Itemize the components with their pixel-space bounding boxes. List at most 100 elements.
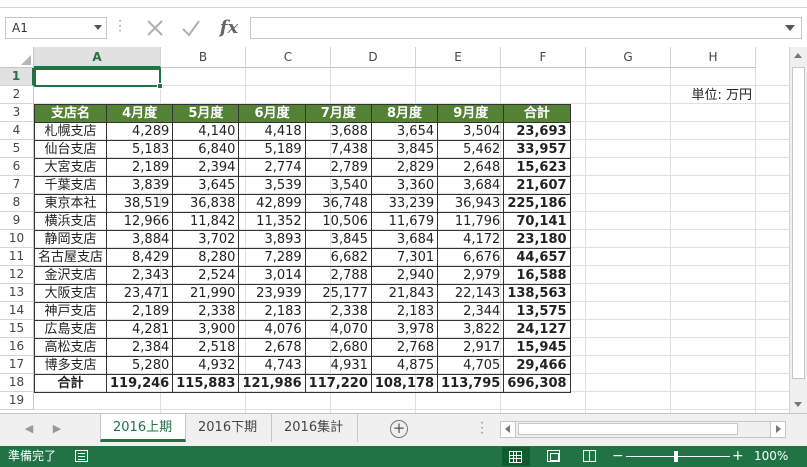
value-cell[interactable]: 4,076 bbox=[238, 320, 306, 339]
value-cell[interactable]: 22,143 bbox=[437, 284, 505, 303]
row-header-3[interactable]: 3 bbox=[0, 104, 34, 122]
row-total-cell[interactable]: 23,180 bbox=[503, 230, 571, 249]
row-total-cell[interactable]: 21,607 bbox=[503, 176, 571, 195]
value-cell[interactable]: 3,684 bbox=[437, 176, 505, 195]
value-cell[interactable]: 3,684 bbox=[370, 230, 439, 249]
value-cell[interactable]: 4,931 bbox=[304, 356, 372, 375]
select-all-button[interactable] bbox=[0, 47, 34, 68]
next-sheet-icon[interactable]: ▶ bbox=[50, 422, 64, 436]
value-cell[interactable]: 4,172 bbox=[437, 230, 505, 249]
value-cell[interactable]: 4,140 bbox=[172, 122, 240, 141]
table-header-cell[interactable]: 5月度 bbox=[172, 104, 240, 123]
value-cell[interactable]: 3,014 bbox=[238, 266, 306, 285]
value-cell[interactable]: 21,990 bbox=[172, 284, 240, 303]
row-header-19[interactable]: 19 bbox=[0, 392, 34, 410]
cancel-icon[interactable] bbox=[142, 15, 168, 41]
row-header-17[interactable]: 17 bbox=[0, 356, 34, 374]
value-cell[interactable]: 2,979 bbox=[437, 266, 505, 285]
value-cell[interactable]: 2,789 bbox=[304, 158, 372, 177]
value-cell[interactable]: 2,788 bbox=[304, 266, 372, 285]
prev-sheet-icon[interactable]: ◀ bbox=[22, 422, 36, 436]
value-cell[interactable]: 8,280 bbox=[172, 248, 240, 267]
row-total-cell[interactable]: 225,186 bbox=[503, 194, 571, 213]
row-total-cell[interactable]: 23,693 bbox=[503, 122, 571, 141]
value-cell[interactable]: 10,506 bbox=[304, 212, 372, 231]
scroll-up-icon[interactable] bbox=[790, 47, 807, 64]
value-cell[interactable]: 2,183 bbox=[238, 302, 306, 321]
column-header-f[interactable]: F bbox=[501, 47, 586, 68]
branch-name-cell[interactable]: 金沢支店 bbox=[33, 266, 108, 285]
column-header-h[interactable]: H bbox=[671, 47, 756, 68]
row-header-9[interactable]: 9 bbox=[0, 212, 34, 230]
value-cell[interactable]: 3,645 bbox=[172, 176, 240, 195]
value-cell[interactable]: 5,183 bbox=[106, 140, 174, 159]
row-header-4[interactable]: 4 bbox=[0, 122, 34, 140]
zoom-out-button[interactable]: − bbox=[612, 447, 624, 465]
branch-name-cell[interactable]: 高松支店 bbox=[33, 338, 108, 357]
value-cell[interactable]: 3,360 bbox=[370, 176, 439, 195]
value-cell[interactable]: 33,239 bbox=[370, 194, 439, 213]
value-cell[interactable]: 3,702 bbox=[172, 230, 240, 249]
table-header-cell[interactable]: 4月度 bbox=[106, 104, 174, 123]
value-cell[interactable]: 12,966 bbox=[106, 212, 174, 231]
value-cell[interactable]: 3,893 bbox=[238, 230, 306, 249]
row-total-cell[interactable]: 24,127 bbox=[503, 320, 571, 339]
value-cell[interactable]: 4,289 bbox=[106, 122, 174, 141]
row-total-cell[interactable]: 16,588 bbox=[503, 266, 571, 285]
branch-name-cell[interactable]: 仙台支店 bbox=[33, 140, 108, 159]
value-cell[interactable]: 3,688 bbox=[304, 122, 372, 141]
value-cell[interactable]: 25,177 bbox=[304, 284, 372, 303]
formula-input[interactable] bbox=[250, 17, 802, 39]
scroll-left-icon[interactable] bbox=[501, 422, 516, 437]
value-cell[interactable]: 121,986 bbox=[238, 374, 306, 393]
row-header-13[interactable]: 13 bbox=[0, 284, 34, 302]
value-cell[interactable]: 3,845 bbox=[304, 230, 372, 249]
value-cell[interactable]: 2,338 bbox=[172, 302, 240, 321]
row-total-cell[interactable]: 15,623 bbox=[503, 158, 571, 177]
row-header-16[interactable]: 16 bbox=[0, 338, 34, 356]
table-header-cell[interactable]: 8月度 bbox=[370, 104, 439, 123]
branch-name-cell[interactable]: 神戸支店 bbox=[33, 302, 108, 321]
insert-function-icon[interactable]: fx bbox=[214, 15, 244, 41]
value-cell[interactable]: 23,939 bbox=[238, 284, 306, 303]
branch-name-cell[interactable]: 東京本社 bbox=[33, 194, 108, 213]
value-cell[interactable]: 2,768 bbox=[370, 338, 439, 357]
sheet-tab-3[interactable]: 2016集計 bbox=[272, 414, 358, 442]
row-header-5[interactable]: 5 bbox=[0, 140, 34, 158]
vertical-scrollbar[interactable] bbox=[789, 47, 807, 413]
value-cell[interactable]: 4,070 bbox=[304, 320, 372, 339]
row-header-8[interactable]: 8 bbox=[0, 194, 34, 212]
fill-handle[interactable] bbox=[157, 83, 163, 89]
value-cell[interactable]: 2,189 bbox=[106, 302, 174, 321]
value-cell[interactable]: 3,654 bbox=[370, 122, 439, 141]
value-cell[interactable]: 42,899 bbox=[238, 194, 306, 213]
row-header-15[interactable]: 15 bbox=[0, 320, 34, 338]
value-cell[interactable]: 7,438 bbox=[304, 140, 372, 159]
branch-name-cell[interactable]: 合計 bbox=[33, 374, 108, 393]
value-cell[interactable]: 119,246 bbox=[106, 374, 174, 393]
value-cell[interactable]: 3,822 bbox=[437, 320, 505, 339]
value-cell[interactable]: 11,796 bbox=[437, 212, 505, 231]
zoom-in-button[interactable]: + bbox=[732, 447, 744, 465]
sheet-tab-1[interactable]: 2016上期 bbox=[100, 414, 186, 442]
row-header-7[interactable]: 7 bbox=[0, 176, 34, 194]
row-header-1[interactable]: 1 bbox=[0, 68, 34, 86]
value-cell[interactable]: 6,682 bbox=[304, 248, 372, 267]
value-cell[interactable]: 7,301 bbox=[370, 248, 439, 267]
row-total-cell[interactable]: 138,563 bbox=[503, 284, 571, 303]
unit-label[interactable]: 単位: 万円 bbox=[628, 87, 754, 105]
value-cell[interactable]: 4,418 bbox=[238, 122, 306, 141]
row-total-cell[interactable]: 13,575 bbox=[503, 302, 571, 321]
value-cell[interactable]: 3,978 bbox=[370, 320, 439, 339]
table-header-cell[interactable]: 7月度 bbox=[304, 104, 372, 123]
add-sheet-icon[interactable]: + bbox=[390, 420, 408, 438]
value-cell[interactable]: 117,220 bbox=[304, 374, 372, 393]
table-header-cell[interactable]: 合計 bbox=[503, 104, 571, 123]
value-cell[interactable]: 11,352 bbox=[238, 212, 306, 231]
column-header-a[interactable]: A bbox=[34, 47, 161, 68]
value-cell[interactable]: 2,648 bbox=[437, 158, 505, 177]
row-header-18[interactable]: 18 bbox=[0, 374, 34, 392]
value-cell[interactable]: 11,842 bbox=[172, 212, 240, 231]
row-total-cell[interactable]: 44,657 bbox=[503, 248, 571, 267]
value-cell[interactable]: 36,748 bbox=[304, 194, 372, 213]
